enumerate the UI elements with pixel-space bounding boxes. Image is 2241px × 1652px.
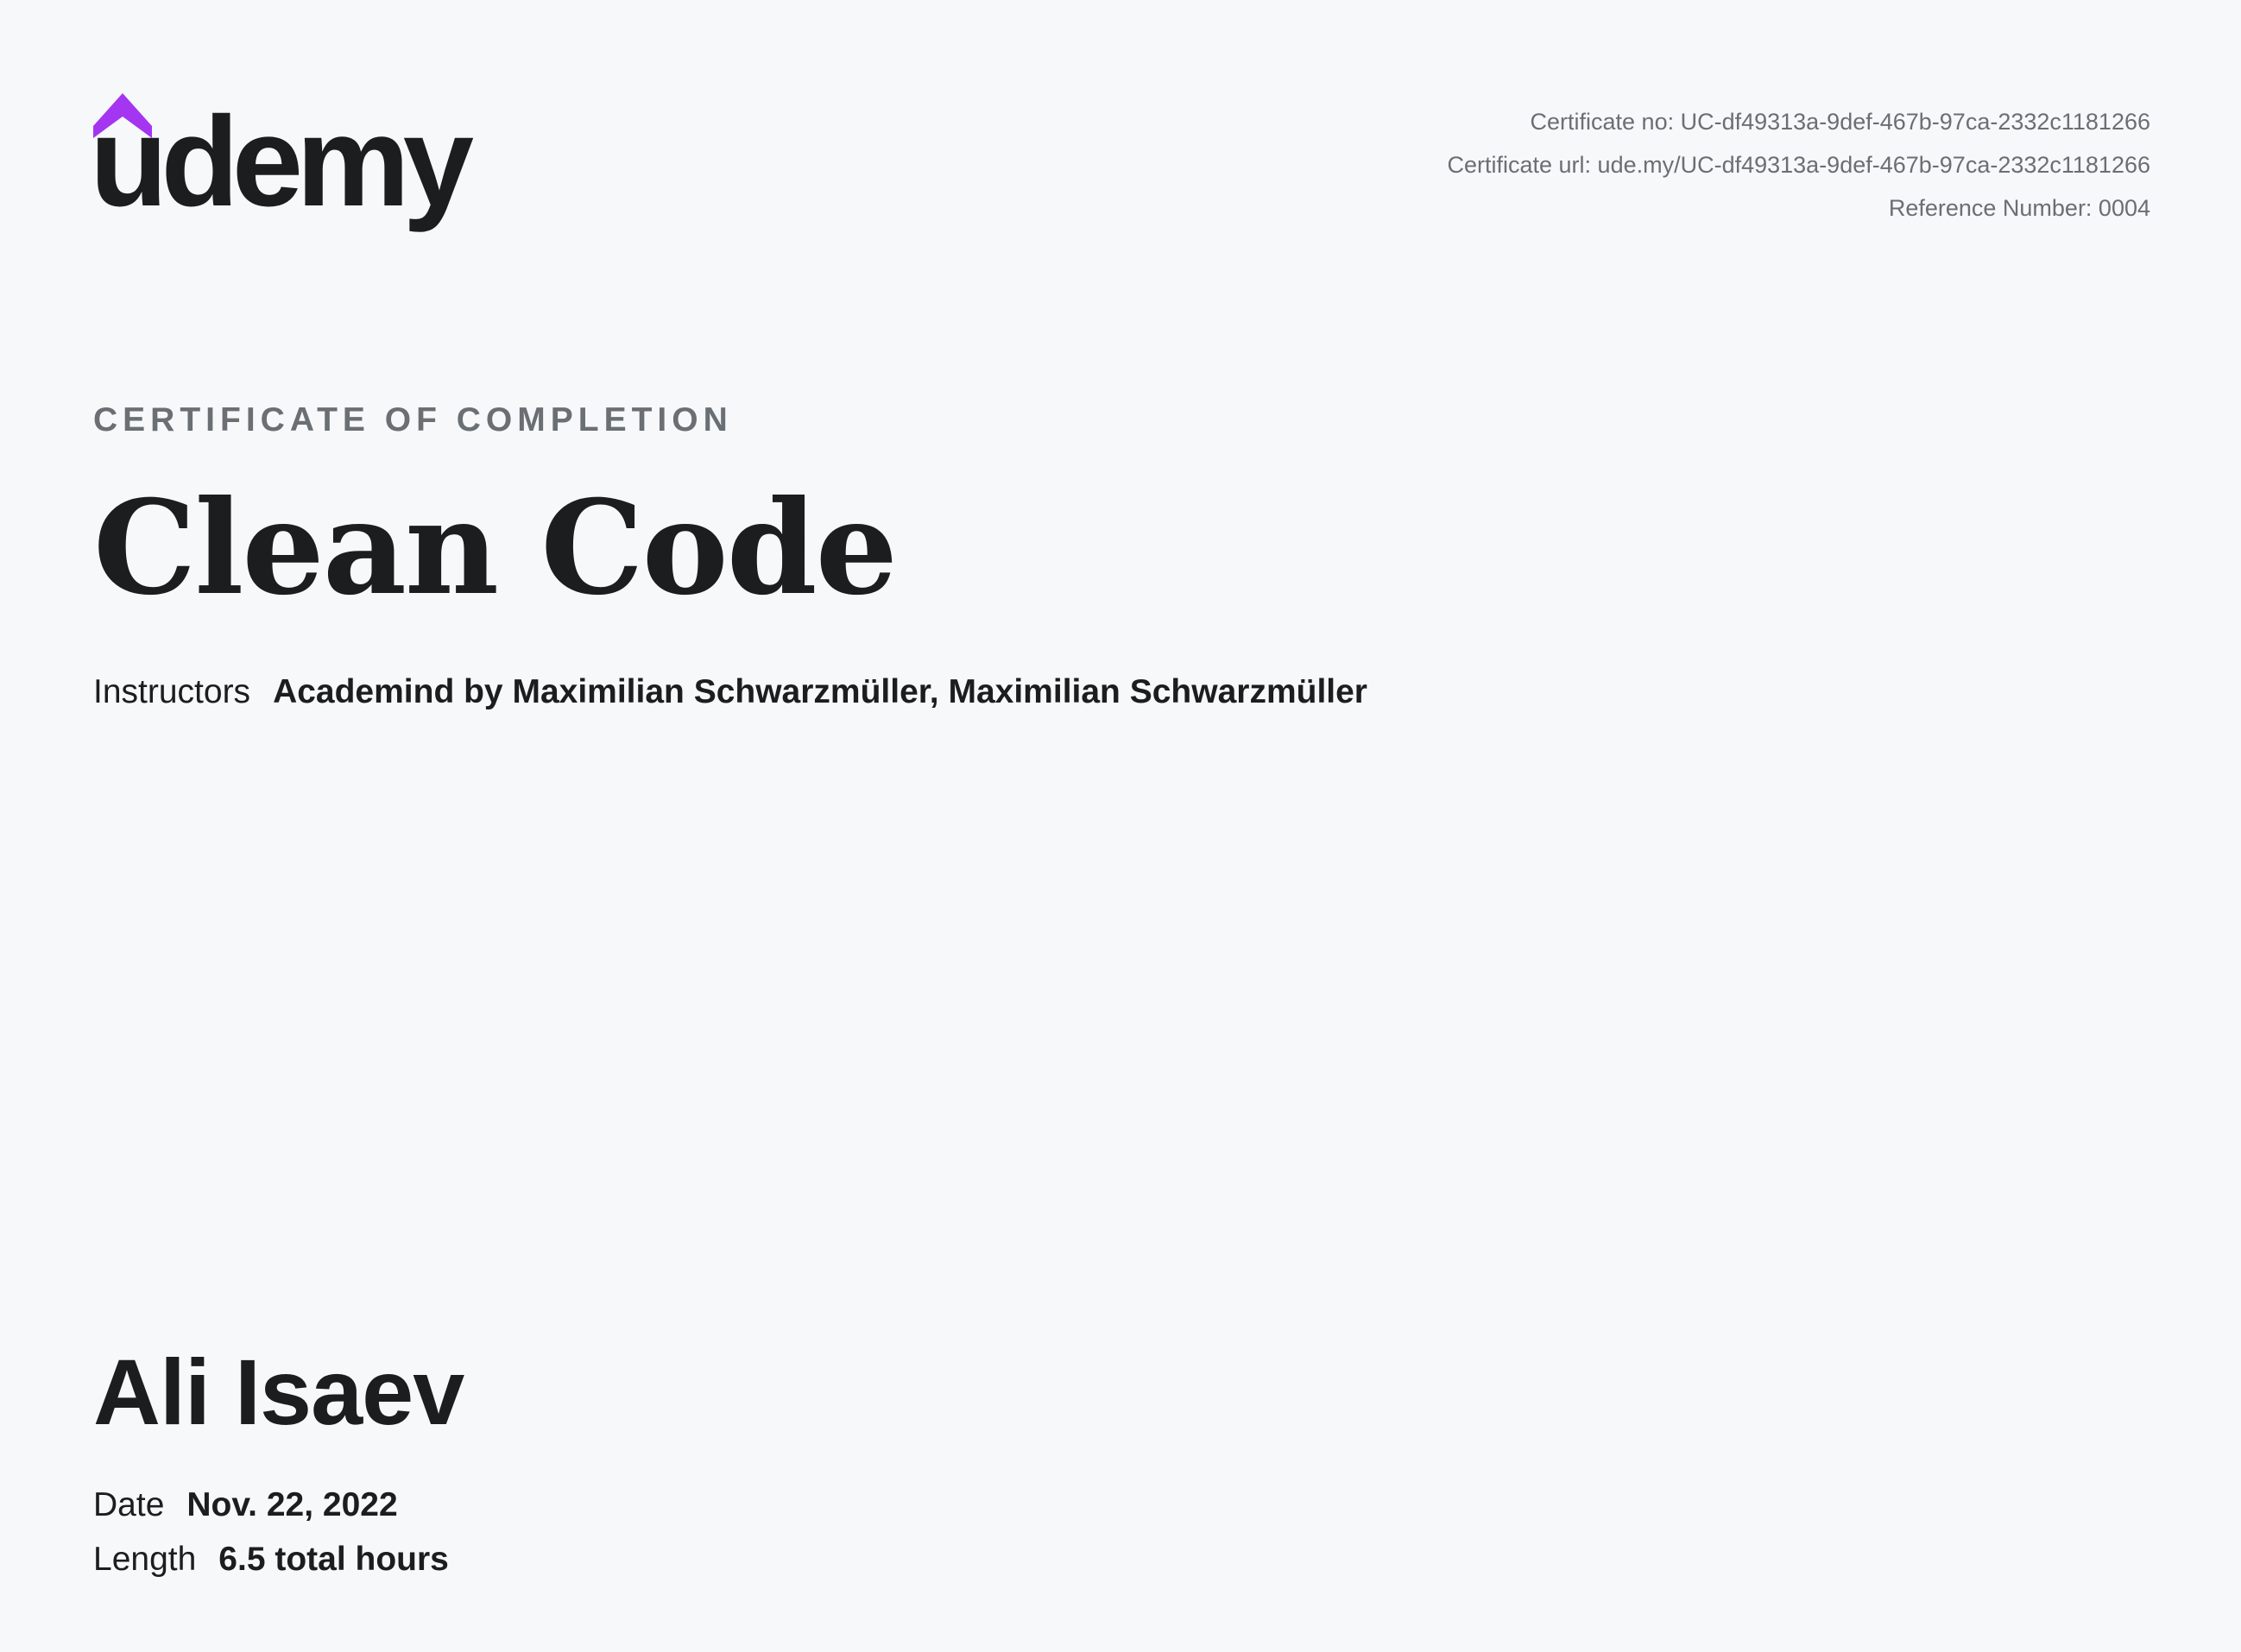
logo-wordmark: udemy [93, 93, 473, 233]
length-value: 6.5 total hours [218, 1541, 449, 1578]
instructors-line: Instructors Academind by Maximilian Schwa… [93, 670, 1367, 715]
certificate-number: Certificate no: UC-df49313a-9def-467b-97… [1530, 109, 2150, 135]
length-line: Length 6.5 total hours [93, 1537, 449, 1582]
reference-number: Reference Number: 0004 [1888, 195, 2150, 221]
length-label: Length [93, 1541, 197, 1578]
udemy-logo: udemy [93, 93, 473, 240]
recipient-name: Ali Isaev [93, 1340, 464, 1444]
date-label: Date [93, 1486, 165, 1523]
instructors-names: Academind by Maximilian Schwarzmüller, M… [273, 673, 1367, 710]
date-line: Date Nov. 22, 2022 [93, 1483, 398, 1528]
certificate-meta: Certificate no: UC-df49313a-9def-467b-97… [1448, 100, 2151, 230]
instructors-label: Instructors [93, 673, 251, 710]
date-value: Nov. 22, 2022 [186, 1486, 398, 1523]
certificate-url: Certificate url: ude.my/UC-df49313a-9def… [1447, 152, 2151, 178]
certificate-heading: CERTIFICATE OF COMPLETION [93, 401, 733, 438]
course-title: Clean Code [93, 472, 898, 624]
